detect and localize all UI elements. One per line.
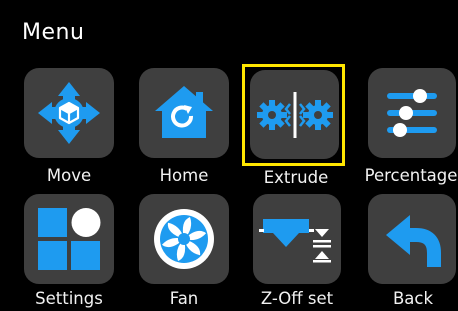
- home-button[interactable]: [139, 68, 229, 158]
- settings-grid-icon: [36, 206, 102, 272]
- fan-icon: [150, 205, 218, 273]
- fan-button[interactable]: [139, 194, 229, 284]
- move-arrows-cube-icon: [34, 78, 104, 148]
- back-button[interactable]: [368, 194, 456, 284]
- settings-button[interactable]: [24, 194, 114, 284]
- z-offset-button[interactable]: [253, 194, 341, 284]
- back-label: Back: [392, 289, 434, 308]
- move-button[interactable]: [24, 68, 114, 158]
- z-offset-label: Z-Off set: [260, 289, 334, 308]
- extrude-label: Extrude: [263, 168, 329, 187]
- home-label: Home: [159, 166, 209, 185]
- move-label: Move: [46, 166, 92, 185]
- sliders-icon: [385, 86, 439, 140]
- extrude-gears-icon: [256, 90, 333, 140]
- home-icon: [149, 78, 219, 148]
- fan-label: Fan: [169, 289, 199, 308]
- settings-label: Settings: [35, 289, 103, 308]
- menu-title: Menu: [22, 20, 85, 45]
- extrude-button[interactable]: [250, 70, 339, 159]
- back-arrow-icon: [382, 209, 442, 269]
- percentage-label: Percentage: [364, 166, 458, 185]
- z-offset-icon: [259, 209, 335, 269]
- percentage-button[interactable]: [368, 68, 456, 158]
